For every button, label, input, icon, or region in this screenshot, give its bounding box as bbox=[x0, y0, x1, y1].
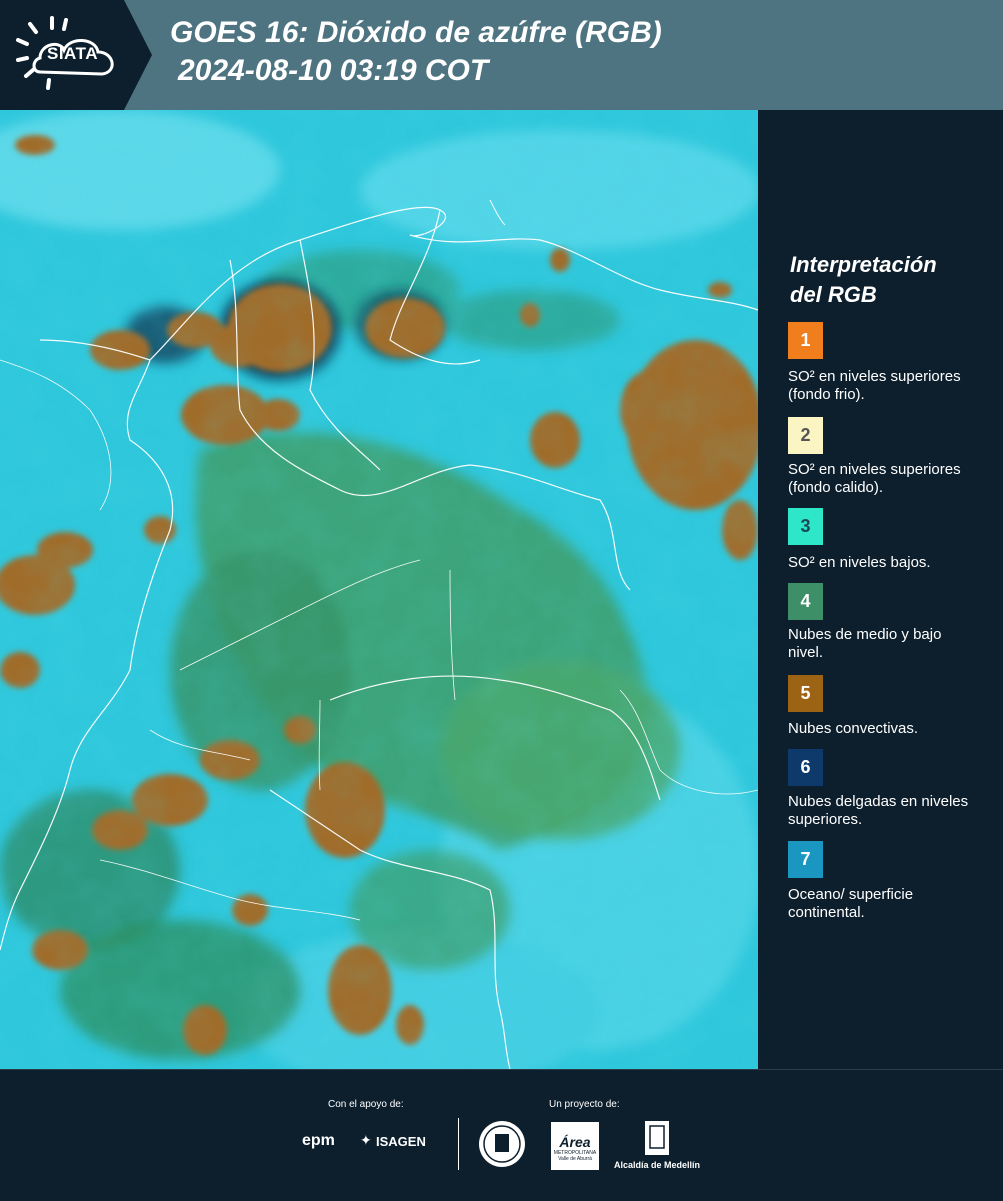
legend-label-2: SO² en niveles superiores (fondo calido)… bbox=[788, 461, 961, 496]
legend-label-5: Nubes convectivas. bbox=[788, 720, 919, 737]
project-label: Un proyecto de: bbox=[549, 1099, 620, 1110]
area-logo-text: Área bbox=[559, 1134, 591, 1150]
legend-label-4: Nubes de medio y bajo nivel. bbox=[788, 626, 942, 661]
legend-swatch-4: 4 bbox=[788, 583, 823, 620]
legend-panel: Interpretación del RGB 1 SO² en niveles … bbox=[758, 110, 1003, 1069]
title-product: GOES 16: Dióxido de azúfre (RGB) bbox=[170, 16, 662, 49]
isagen-logo: ISAGEN bbox=[376, 1134, 426, 1149]
title-datetime: 2024-08-10 03:19 COT bbox=[178, 54, 489, 87]
support-label: Con el apoyo de: bbox=[328, 1099, 404, 1110]
satellite-image bbox=[0, 110, 758, 1069]
epm-logo: epm bbox=[302, 1132, 335, 1149]
legend-title-line2: del RGB bbox=[790, 282, 877, 307]
legend-title: Interpretación del RGB bbox=[790, 250, 937, 310]
logo-text: SIATA bbox=[47, 44, 98, 63]
isagen-icon: ✦ bbox=[360, 1132, 372, 1148]
legend-label-7: Oceano/ superficie continental. bbox=[788, 886, 914, 921]
footer: Con el apoyo de: Un proyecto de: epm ✦ I… bbox=[0, 1069, 1003, 1201]
page-title: GOES 16: Dióxido de azúfre (RGB) 2024-08… bbox=[170, 14, 662, 90]
legend-title-line1: Interpretación bbox=[790, 252, 937, 277]
legend-swatch-3: 3 bbox=[788, 508, 823, 545]
legend-swatch-7: 7 bbox=[788, 841, 823, 878]
legend-swatch-6: 6 bbox=[788, 749, 823, 786]
alcaldia-logo: Alcaldía de Medellín bbox=[614, 1160, 701, 1170]
siata-logo: SIATA bbox=[0, 0, 152, 110]
area-logo-sub2: Valle de Aburrá bbox=[558, 1156, 592, 1162]
legend-label-3: SO² en niveles bajos. bbox=[788, 554, 931, 571]
header-bar: SIATA GOES 16: Dióxido de azúfre (RGB) 2… bbox=[0, 0, 1003, 110]
footer-divider bbox=[458, 1118, 459, 1170]
legend-swatch-5: 5 bbox=[788, 675, 823, 712]
area-metropolitana-logo: Área METROPOLITANA Valle de Aburrá bbox=[551, 1122, 599, 1170]
legend-swatch-2: 2 bbox=[788, 417, 823, 454]
medellin-seal-icon bbox=[479, 1121, 525, 1167]
satellite-map bbox=[0, 110, 758, 1069]
alcaldia-shield-icon bbox=[645, 1121, 669, 1155]
legend-swatch-1: 1 bbox=[788, 322, 823, 359]
legend-label-6: Nubes delgadas en niveles superiores. bbox=[788, 793, 969, 828]
legend-label-1: SO² en niveles superiores (fondo frio). bbox=[788, 368, 961, 403]
